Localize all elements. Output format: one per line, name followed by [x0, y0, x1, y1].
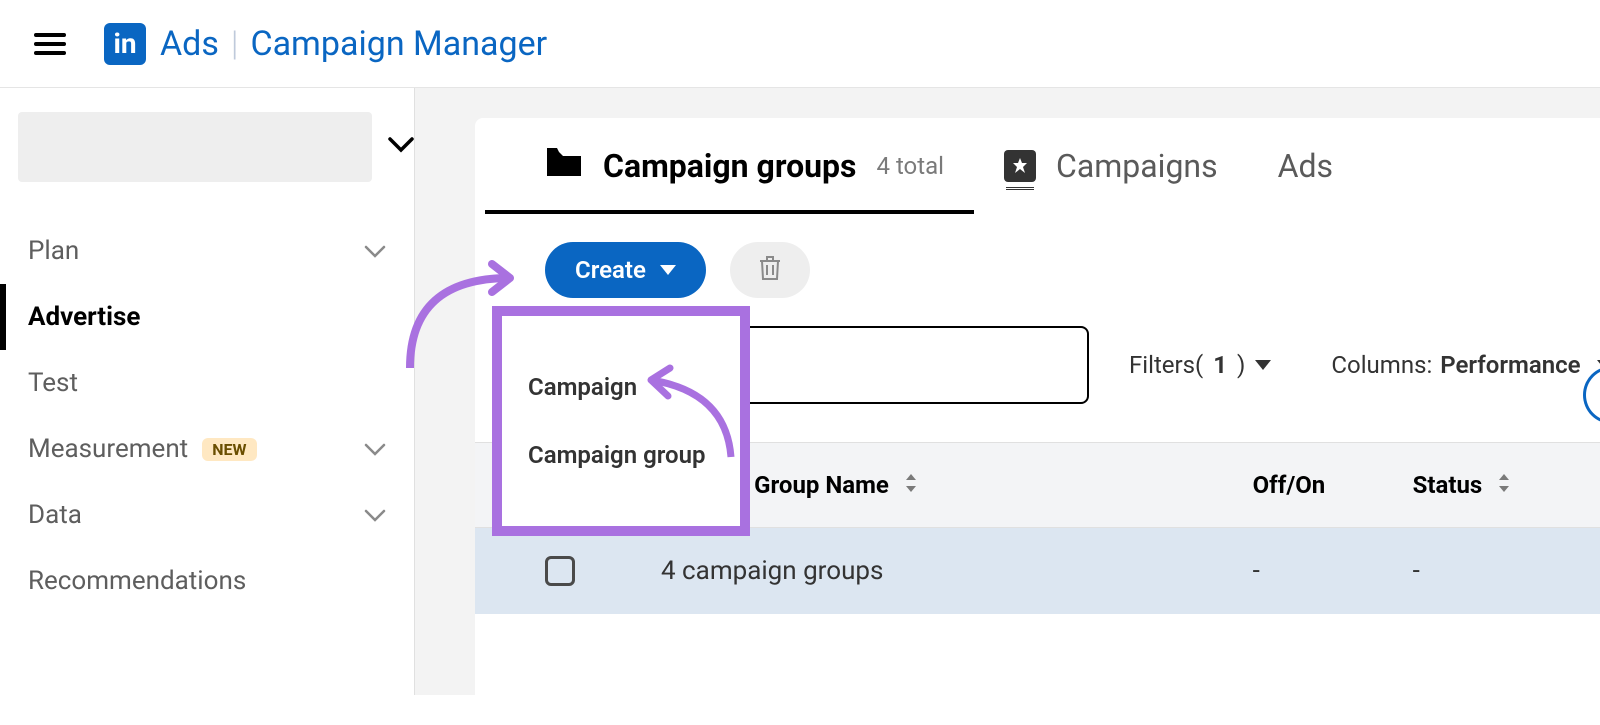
- app-title: Ads | Campaign Manager: [160, 24, 547, 64]
- tab-label: Ads: [1278, 147, 1333, 185]
- chevron-down-icon: [364, 236, 386, 266]
- tab-ads[interactable]: Ads: [1278, 118, 1333, 214]
- caret-down-icon: [660, 265, 676, 275]
- linkedin-logo-icon[interactable]: in: [104, 23, 146, 65]
- th-offon[interactable]: Off/On: [1253, 471, 1413, 499]
- sidebar: Plan Advertise Test Measurement NEW Data…: [0, 88, 415, 695]
- sidebar-item-label: Test: [28, 368, 78, 398]
- sort-icon: [903, 471, 919, 499]
- sidebar-item-label: Data: [28, 500, 82, 530]
- account-placeholder: [18, 112, 372, 182]
- tab-count: 4 total: [877, 152, 945, 180]
- sidebar-item-label: Measurement: [28, 434, 188, 464]
- delete-button[interactable]: [730, 242, 810, 298]
- sidebar-item-test[interactable]: Test: [0, 350, 414, 416]
- columns-dropdown[interactable]: Columns: Performance: [1331, 351, 1600, 379]
- chevron-down-icon: [364, 500, 386, 530]
- row-name: 4 campaign groups: [661, 556, 1253, 586]
- hamburger-menu-icon[interactable]: [34, 33, 66, 55]
- trash-icon: [759, 255, 781, 285]
- sidebar-item-label: Plan: [28, 236, 79, 266]
- caret-down-icon: [1255, 360, 1271, 370]
- tabs-bar: Campaign groups 4 total Campaigns Ads: [475, 118, 1600, 214]
- folder-icon: [545, 146, 583, 186]
- th-status[interactable]: Status: [1413, 471, 1600, 499]
- sidebar-item-data[interactable]: Data: [0, 482, 414, 548]
- row-offon: -: [1253, 556, 1413, 586]
- sidebar-item-label: Recommendations: [28, 566, 246, 596]
- sidebar-item-label: Advertise: [28, 302, 140, 332]
- tab-label: Campaigns: [1056, 147, 1218, 185]
- filters-dropdown[interactable]: Filters(1): [1129, 351, 1271, 379]
- star-stack-icon: [1004, 150, 1036, 182]
- chevron-down-icon: [364, 434, 386, 464]
- new-badge: NEW: [202, 438, 256, 461]
- ads-label[interactable]: Ads: [160, 24, 219, 64]
- tab-campaign-groups[interactable]: Campaign groups 4 total: [545, 118, 944, 214]
- create-label: Create: [575, 256, 646, 284]
- annotation-arrow-icon: [636, 362, 746, 472]
- sidebar-item-recommendations[interactable]: Recommendations: [0, 548, 414, 614]
- create-button[interactable]: Create: [545, 242, 706, 298]
- table-row: 4 campaign groups - -: [475, 528, 1600, 614]
- sidebar-item-measurement[interactable]: Measurement NEW: [0, 416, 414, 482]
- sort-icon: [1496, 471, 1512, 499]
- title-divider: |: [231, 24, 239, 64]
- tab-label: Campaign groups: [603, 147, 857, 185]
- account-selector[interactable]: [18, 112, 414, 182]
- row-checkbox[interactable]: [545, 556, 575, 586]
- annotation-arrow-icon: [400, 238, 540, 378]
- row-status: -: [1413, 556, 1600, 586]
- product-name[interactable]: Campaign Manager: [250, 24, 547, 64]
- sidebar-item-plan[interactable]: Plan: [0, 218, 414, 284]
- app-header: in Ads | Campaign Manager: [0, 0, 1600, 88]
- sidebar-item-advertise[interactable]: Advertise: [0, 284, 414, 350]
- chevron-down-icon: [388, 137, 414, 157]
- tab-campaigns[interactable]: Campaigns: [1004, 118, 1218, 214]
